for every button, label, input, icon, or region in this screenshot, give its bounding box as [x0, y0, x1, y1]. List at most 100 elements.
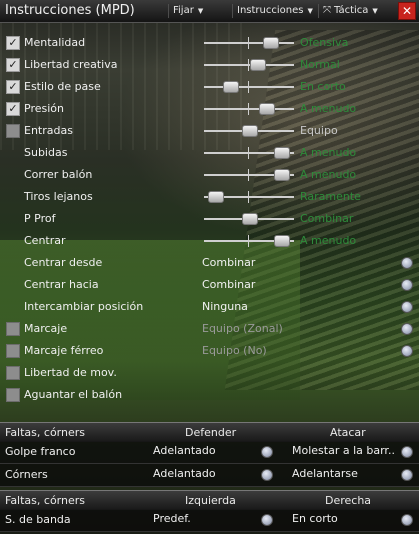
- close-button[interactable]: ✕: [398, 2, 416, 20]
- dropdown-icon[interactable]: [401, 469, 413, 481]
- instruction-row-centrar-hacia: Centrar hacia Combinar: [0, 274, 419, 296]
- instruction-label: Centrar desde: [24, 256, 103, 269]
- dropdown-icon[interactable]: [401, 446, 413, 458]
- slider-thumb[interactable]: [263, 37, 279, 49]
- checkbox[interactable]: [6, 366, 20, 380]
- slider-thumb[interactable]: [274, 147, 290, 159]
- instruction-slider[interactable]: [204, 103, 294, 115]
- slider-center-tick: [248, 191, 249, 203]
- instruction-row-p-prof: P Prof Combinar: [0, 208, 419, 230]
- checkbox[interactable]: ✓: [6, 58, 20, 72]
- instruction-slider[interactable]: [204, 213, 294, 225]
- checkbox[interactable]: [6, 388, 20, 402]
- checkbox[interactable]: [6, 344, 20, 358]
- throw-ins-header-left: Izquierda: [185, 494, 236, 507]
- instruction-label: Intercambiar posición: [24, 300, 144, 313]
- instruction-select[interactable]: Ninguna: [202, 300, 248, 313]
- instruction-label: Libertad creativa: [24, 58, 118, 71]
- set-pieces-header-label: Faltas, córners: [5, 426, 85, 439]
- instruction-select[interactable]: Equipo (No): [202, 344, 267, 357]
- instruction-label: P Prof: [24, 212, 56, 225]
- set-piece-row-throw-in: S. de banda Predef. En corto: [0, 509, 419, 532]
- slider-thumb[interactable]: [274, 235, 290, 247]
- instruction-row-marcaje-ferreo: Marcaje férreo Equipo (No): [0, 340, 419, 362]
- slider-thumb[interactable]: [250, 59, 266, 71]
- checkbox[interactable]: ✓: [6, 36, 20, 50]
- instruction-row-marcaje: Marcaje Equipo (Zonal): [0, 318, 419, 340]
- instruction-slider[interactable]: [204, 125, 294, 137]
- dropdown-icon[interactable]: [401, 323, 413, 335]
- checkbox[interactable]: ✓: [6, 102, 20, 116]
- slider-thumb[interactable]: [259, 103, 275, 115]
- instruction-slider[interactable]: [204, 37, 294, 49]
- instruction-row-entradas: Entradas Equipo: [0, 120, 419, 142]
- slider-value: A menudo: [300, 168, 357, 181]
- set-piece-row-corners: Córners Adelantado Adelantarse: [0, 464, 419, 487]
- instruction-row-subidas: Subidas A menudo: [0, 142, 419, 164]
- instruction-slider[interactable]: [204, 235, 294, 247]
- dropdown-icon[interactable]: [401, 301, 413, 313]
- instruction-label: Aguantar el balón: [24, 388, 123, 401]
- set-pieces-header-defender: Defender: [185, 426, 237, 439]
- slider-value: Equipo: [300, 124, 338, 137]
- slider-thumb[interactable]: [223, 81, 239, 93]
- instruction-row-libertad-de-mov: Libertad de mov.: [0, 362, 419, 384]
- checkmark-icon: ✓: [8, 36, 18, 49]
- dropdown-icon[interactable]: [401, 345, 413, 357]
- defend-select[interactable]: Adelantado: [153, 467, 216, 480]
- slider-center-tick: [248, 59, 249, 71]
- slider-thumb[interactable]: [208, 191, 224, 203]
- instruction-select[interactable]: Equipo (Zonal): [202, 322, 283, 335]
- menu-instrucciones[interactable]: Instrucciones ▼: [232, 4, 317, 18]
- slider-center-tick: [248, 147, 249, 159]
- instruction-slider[interactable]: [204, 147, 294, 159]
- checkmark-icon: ✓: [8, 102, 18, 115]
- instruction-row-tiros-lejanos: Tiros lejanos Raramente: [0, 186, 419, 208]
- instructions-panel: ✓ Mentalidad Ofensiva ✓ Libertad creativa Nor…: [0, 22, 419, 418]
- throw-ins-header-label: Faltas, córners: [5, 494, 85, 507]
- instruction-label: Marcaje: [24, 322, 68, 335]
- menu-tactica[interactable]: ⤧ Táctica ▼: [318, 4, 382, 18]
- dropdown-icon[interactable]: [401, 514, 413, 526]
- checkmark-icon: ✓: [8, 80, 18, 93]
- right-select[interactable]: En corto: [292, 512, 338, 525]
- set-pieces-header-attack: Atacar: [330, 426, 366, 439]
- slider-thumb[interactable]: [242, 213, 258, 225]
- dropdown-icon[interactable]: [261, 469, 273, 481]
- instruction-slider[interactable]: [204, 169, 294, 181]
- slider-center-tick: [248, 169, 249, 181]
- left-select[interactable]: Predef.: [153, 512, 191, 525]
- attack-select[interactable]: Adelantarse: [292, 467, 358, 480]
- instruction-label: Entradas: [24, 124, 73, 137]
- row-label: Córners: [5, 468, 48, 481]
- slider-value: A menudo: [300, 102, 357, 115]
- instruction-slider[interactable]: [204, 59, 294, 71]
- close-icon: ✕: [401, 4, 413, 18]
- dropdown-icon[interactable]: [261, 514, 273, 526]
- instruction-row-correr-balon: Correr balón A menudo: [0, 164, 419, 186]
- instruction-row-aguantar-el-balon: Aguantar el balón: [0, 384, 419, 406]
- instruction-slider[interactable]: [204, 81, 294, 93]
- dropdown-icon[interactable]: [261, 446, 273, 458]
- instruction-select[interactable]: Combinar: [202, 278, 255, 291]
- dropdown-icon[interactable]: [401, 279, 413, 291]
- checkbox[interactable]: ✓: [6, 80, 20, 94]
- instruction-row-centrar-desde: Centrar desde Combinar: [0, 252, 419, 274]
- defend-select[interactable]: Adelantado: [153, 444, 216, 457]
- window-title: Instrucciones (MPD): [5, 3, 135, 18]
- slider-center-tick: [248, 81, 249, 93]
- instruction-label: Marcaje férreo: [24, 344, 104, 357]
- title-bar: Instrucciones (MPD) Fijar ▼ Instrucciones…: [0, 0, 419, 23]
- checkbox[interactable]: [6, 124, 20, 138]
- dropdown-icon[interactable]: [401, 257, 413, 269]
- checkbox[interactable]: [6, 322, 20, 336]
- slider-value: Ofensiva: [300, 36, 349, 49]
- instruction-select[interactable]: Combinar: [202, 256, 255, 269]
- throw-ins-header-right: Derecha: [325, 494, 372, 507]
- chevron-down-icon: ▼: [307, 7, 313, 15]
- slider-thumb[interactable]: [274, 169, 290, 181]
- slider-thumb[interactable]: [242, 125, 258, 137]
- menu-fijar[interactable]: Fijar ▼: [168, 4, 207, 18]
- attack-select[interactable]: Molestar a la barr..: [292, 444, 395, 457]
- instruction-slider[interactable]: [204, 191, 294, 203]
